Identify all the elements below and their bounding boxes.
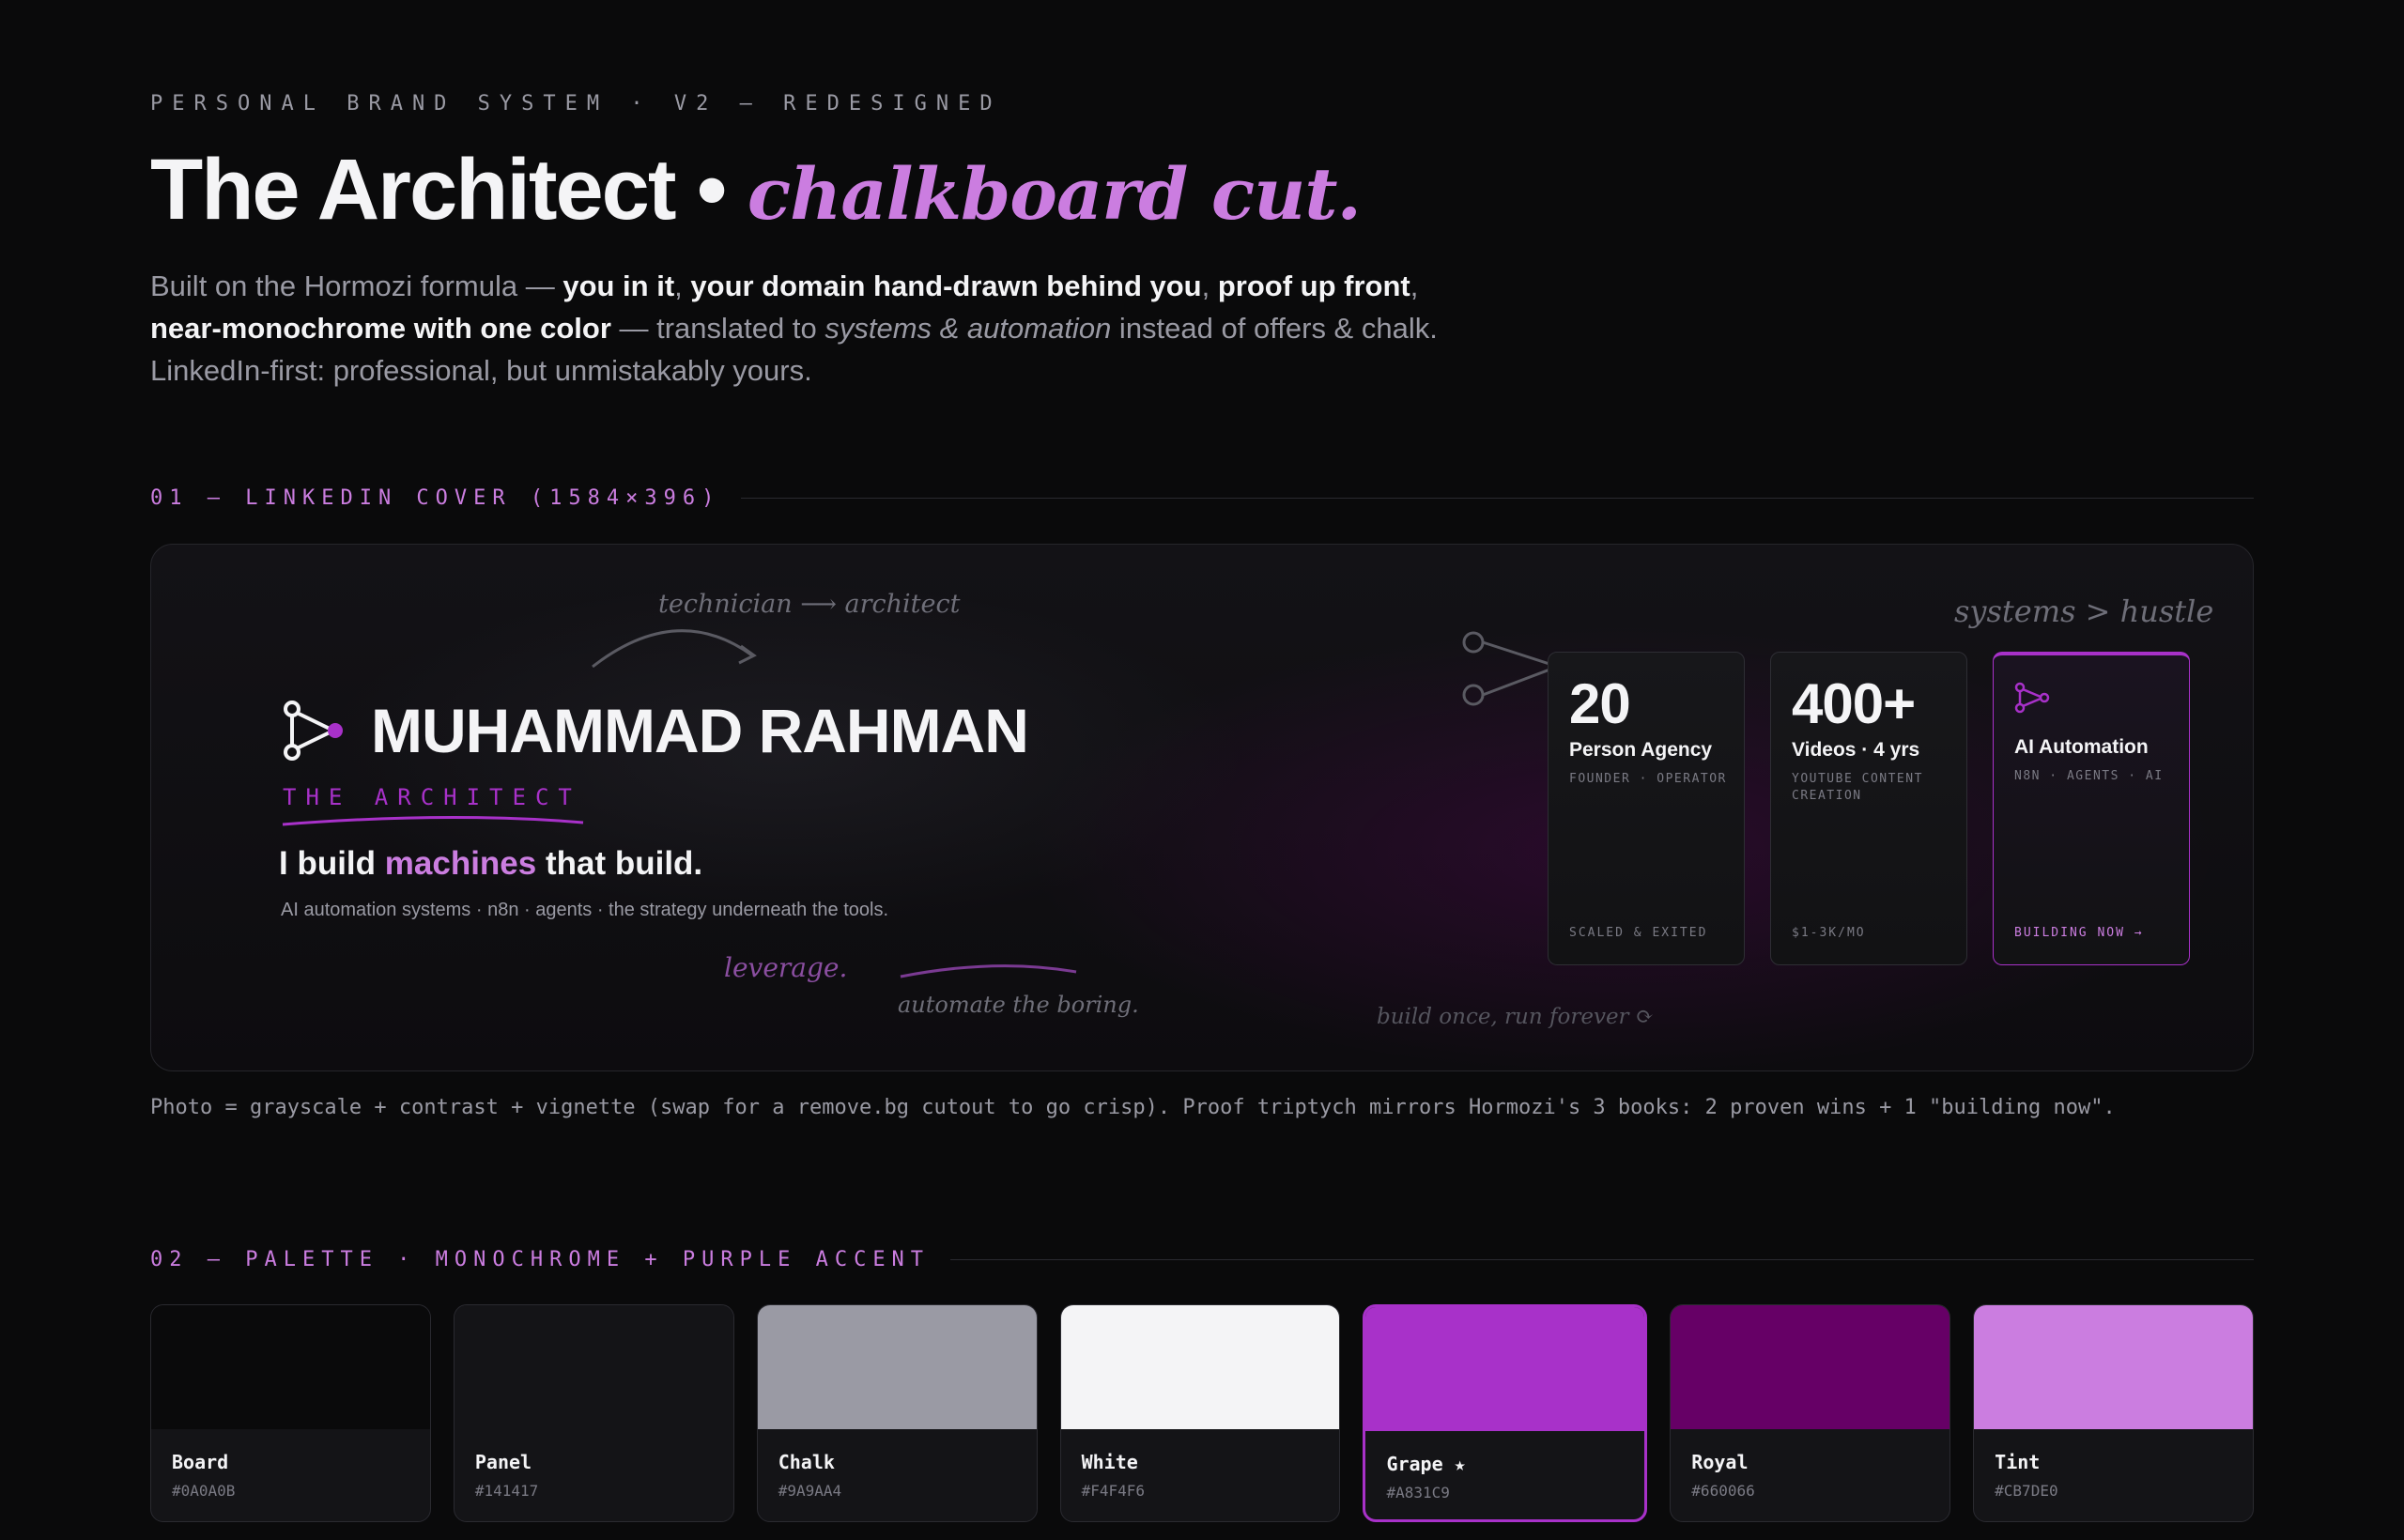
swatch-hex: #0A0A0B xyxy=(172,1482,236,1500)
intro-bold: proof up front xyxy=(1217,270,1410,302)
swatch-hex: #141417 xyxy=(474,1482,539,1500)
swatch-board[interactable]: Board #0A0A0B xyxy=(150,1304,431,1522)
role-underline xyxy=(282,815,584,826)
stat-sublabel: N8N · AGENTS · AI xyxy=(2014,769,2164,783)
intro-text: LinkedIn-first: professional, but unmist… xyxy=(150,354,812,387)
intro-bold: you in it xyxy=(562,270,675,302)
intro-text: , xyxy=(1201,270,1218,302)
title-main: The Architect xyxy=(150,142,676,238)
cover-caption: Photo = grayscale + contrast + vignette … xyxy=(150,1096,2116,1119)
swatch-name: Board xyxy=(172,1451,229,1473)
swatch-name: Royal xyxy=(1691,1451,1749,1473)
swatch-hex: #9A9AA4 xyxy=(778,1482,842,1500)
stat-number: 400+ xyxy=(1792,672,1916,735)
palette-swatches: Board #0A0A0B Panel #141417 Chalk #9A9AA… xyxy=(150,1304,2255,1522)
swatch-chip xyxy=(1365,1307,1645,1431)
brand-logo-icon xyxy=(284,701,343,761)
stat-label: Person Agency xyxy=(1569,739,1713,761)
intro-text: instead of offers & chalk. xyxy=(1111,312,1438,345)
intro-bold: near-monochrome with one color xyxy=(150,312,611,345)
tagline-text: I build xyxy=(279,845,385,882)
note-build-once: build once, run forever ⟳ xyxy=(1377,1005,1655,1029)
proof-card-videos: 400+ Videos · 4 yrs YOUTUBE CONTENT CREA… xyxy=(1770,652,1967,965)
swatch-chip xyxy=(1060,1305,1340,1429)
swatch-tint[interactable]: Tint #CB7DE0 xyxy=(1973,1304,2255,1522)
tagline-highlight: machines xyxy=(384,845,537,882)
swatch-name: Tint xyxy=(1995,1451,2041,1473)
stat-label: AI Automation xyxy=(2014,736,2149,758)
stat-sublabel: YOUTUBE CONTENT CREATION xyxy=(1792,772,1923,803)
stat-sublabel: FOUNDER · OPERATOR xyxy=(1569,772,1727,786)
swatch-name: Chalk xyxy=(778,1451,835,1473)
linkedin-cover-preview: technician ⟶ architect systems > hustle … xyxy=(150,544,2254,1071)
cover-tagline: I build machines that build. xyxy=(279,845,702,883)
workflow-icon xyxy=(2014,682,2050,714)
title-accent: chalkboard cut. xyxy=(747,152,1362,236)
intro-text: , xyxy=(674,270,691,302)
intro-text: , xyxy=(1410,270,1419,302)
section-rule xyxy=(741,497,2254,499)
swatch-white[interactable]: White #F4F4F6 xyxy=(1059,1304,1341,1522)
swatch-chip xyxy=(454,1305,733,1429)
section-label: 01 — LINKEDIN COVER (1584×396) xyxy=(150,485,721,510)
stat-footer: BUILDING NOW → xyxy=(2014,926,2144,940)
swatch-name: Panel xyxy=(474,1451,532,1473)
section-label: 02 — PALETTE · MONOCHROME + PURPLE ACCEN… xyxy=(150,1247,931,1271)
note-systems: systems > hustle xyxy=(1954,593,2214,629)
intro-bold: your domain hand-drawn behind you xyxy=(690,270,1202,302)
stat-number: 20 xyxy=(1569,672,1631,735)
stat-footer: SCALED & EXITED xyxy=(1569,926,1708,940)
swatch-name: White xyxy=(1081,1451,1138,1473)
cover-name: MUHAMMAD RAHMAN xyxy=(371,696,1029,765)
stat-footer: $1-3K/MO xyxy=(1792,926,1866,940)
swatch-hex: #A831C9 xyxy=(1386,1484,1450,1502)
intro-italic: systems & automation xyxy=(824,312,1112,345)
tagline-text: that build. xyxy=(536,845,703,882)
section-header-palette: 02 — PALETTE · MONOCHROME + PURPLE ACCEN… xyxy=(150,1245,2254,1273)
intro-text: — translated to xyxy=(610,312,825,345)
swatch-chip xyxy=(757,1305,1037,1429)
swatch-panel[interactable]: Panel #141417 xyxy=(453,1304,734,1522)
page-eyebrow: PERSONAL BRAND SYSTEM · V2 — REDESIGNED xyxy=(150,92,1002,116)
swatch-hex: #F4F4F6 xyxy=(1081,1482,1146,1500)
connector-doodle xyxy=(1482,640,1553,697)
intro-paragraph: Built on the Hormozi formula — you in it… xyxy=(150,265,1559,392)
swatch-chip xyxy=(1671,1305,1950,1429)
swatch-chip xyxy=(1974,1305,2254,1429)
note-automate: automate the boring. xyxy=(898,992,1139,1018)
swatch-chalk[interactable]: Chalk #9A9AA4 xyxy=(756,1304,1038,1522)
underline-doodle xyxy=(900,964,1077,978)
proof-card-agency: 20 Person Agency FOUNDER · OPERATOR SCAL… xyxy=(1548,652,1745,965)
intro-text: Built on the Hormozi formula — xyxy=(150,270,563,302)
cover-subtagline: AI automation systems · n8n · agents · t… xyxy=(281,900,889,920)
swatch-grape[interactable]: Grape ★ #A831C9 xyxy=(1363,1304,1648,1522)
node-icon xyxy=(1462,631,1485,654)
swatch-hex: #CB7DE0 xyxy=(1995,1482,2058,1500)
node-icon xyxy=(1462,684,1485,706)
section-rule xyxy=(950,1258,2254,1260)
note-technician: technician ⟶ architect xyxy=(658,590,961,619)
arrow-doodle xyxy=(592,629,753,669)
note-leverage: leverage. xyxy=(724,952,848,983)
page-title: The Architect • chalkboard cut. xyxy=(150,141,1362,240)
title-separator: • xyxy=(674,142,747,238)
swatch-hex: #660066 xyxy=(1691,1482,1755,1500)
cover-role: THE ARCHITECT xyxy=(283,784,581,810)
swatch-royal[interactable]: Royal #660066 xyxy=(1670,1304,1951,1522)
section-header-cover: 01 — LINKEDIN COVER (1584×396) xyxy=(150,484,2254,512)
proof-card-ai-automation: AI Automation N8N · AGENTS · AI BUILDING… xyxy=(1993,652,2190,965)
swatch-chip xyxy=(151,1305,430,1429)
stat-label: Videos · 4 yrs xyxy=(1792,739,1920,761)
swatch-name: Grape ★ xyxy=(1386,1453,1466,1475)
